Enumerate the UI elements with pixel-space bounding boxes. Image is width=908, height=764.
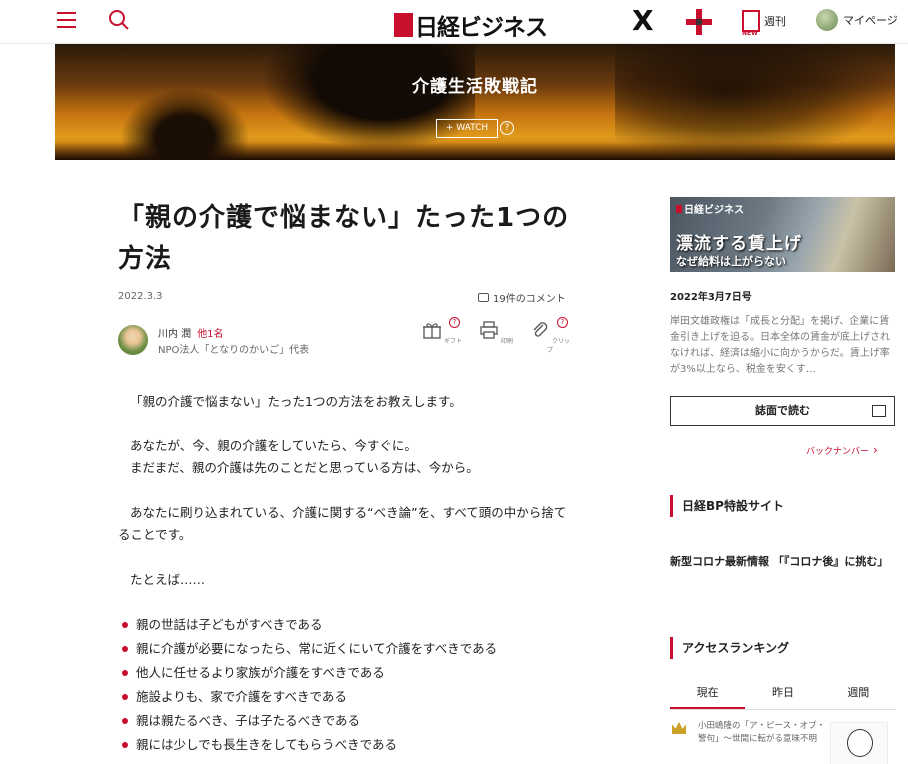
- article-paragraph: たとえば……: [130, 572, 206, 587]
- comments-link[interactable]: 19件のコメント: [478, 290, 566, 305]
- author-name-line: 川内 潤他1名: [158, 325, 224, 340]
- book-icon: [872, 405, 886, 417]
- magazine-cover[interactable]: 日経ビジネス 漂流する賃上げ なぜ給料は上がらない: [670, 197, 895, 272]
- list-item: 他人に任せるより家族が介護をすべきである: [122, 661, 592, 685]
- new-badge: NEW: [742, 30, 758, 37]
- crown-icon: [672, 722, 686, 734]
- gift-label: ギフト: [443, 338, 462, 345]
- print-icon: [480, 321, 498, 339]
- series-hero-banner: 介護生活敗戦記 + WATCH ?: [55, 44, 895, 160]
- clip-button[interactable]: ? クリップ: [530, 317, 570, 354]
- paperclip-icon: [533, 322, 548, 337]
- comments-count: 19件のコメント: [493, 294, 566, 305]
- search-icon[interactable]: [108, 9, 130, 31]
- print-label: 印刷: [500, 338, 513, 345]
- list-item: 親の世話は子どもがすべきである: [122, 613, 592, 637]
- article-paragraph: あなたに刷り込まれている、介護に関する“べき論”を、すべて頭の中から捨てることで…: [118, 505, 567, 542]
- article-paragraph: あなたが、今、親の介護をしていたら、今すぐに。: [130, 438, 417, 453]
- illustration-face: [847, 729, 873, 757]
- tab-now[interactable]: 現在: [670, 680, 746, 709]
- weekly-label: 週刊: [764, 15, 786, 28]
- cover-subhead: なぜ給料は上がらない: [676, 255, 786, 268]
- author-name[interactable]: 川内 潤: [158, 329, 191, 340]
- menu-icon[interactable]: [57, 12, 76, 28]
- ranking-thumbnail: [830, 722, 888, 764]
- backnumber-link[interactable]: バックナンバー ›: [806, 443, 878, 457]
- list-item: 施設よりも、家で介護をすべきである: [122, 685, 592, 709]
- tab-weekly[interactable]: 週間: [821, 680, 896, 709]
- hero-ground: [55, 142, 895, 160]
- mypage-link[interactable]: マイページ: [816, 9, 898, 31]
- watch-button[interactable]: + WATCH: [436, 119, 498, 138]
- gift-button[interactable]: ? ギフト: [422, 317, 462, 345]
- ranking-heading: アクセスランキング: [670, 637, 789, 659]
- help-icon[interactable]: ?: [557, 317, 568, 328]
- cover-logo: 日経ビジネス: [676, 201, 744, 216]
- list-item: 親に介護が必要になったら、常に近くにいて介護をすべきである: [122, 637, 592, 661]
- ranking-tabs: 現在 昨日 週間: [670, 680, 896, 710]
- article-title: 「親の介護で悩まない」たった1つの方法: [118, 203, 570, 274]
- site-logo[interactable]: 日経ビジネス: [394, 8, 548, 42]
- clip-label: クリップ: [546, 338, 570, 354]
- read-magazine-label: 誌面で読む: [755, 404, 810, 417]
- gift-icon: [423, 323, 442, 339]
- belief-list: 親の世話は子どもがすべきである 親に介護が必要になったら、常に近くにいて介護をす…: [122, 613, 592, 757]
- print-button[interactable]: 印刷: [476, 320, 516, 345]
- site-header: 日経ビジネス X NEW 週刊 マイページ: [0, 0, 908, 44]
- mypage-label: マイページ: [843, 14, 898, 27]
- author-avatar[interactable]: [118, 325, 148, 355]
- article-paragraph: 「親の介護で悩まない」たった1つの方法をお教えします。: [130, 394, 462, 409]
- author-org: NPO法人「となりのかいご」代表: [158, 345, 310, 356]
- comment-icon: [478, 293, 489, 302]
- list-item: 親には少しでも長生きをしてもらうべきである: [122, 733, 592, 757]
- article-date: 2022.3.3: [118, 291, 163, 302]
- help-icon[interactable]: ?: [500, 121, 514, 135]
- article-paragraph: まだまだ、親の介護は先のことだと思っている方は、今から。: [130, 460, 479, 475]
- series-title: 介護生活敗戦記: [412, 77, 538, 97]
- user-avatar: [816, 9, 838, 31]
- chevron-right-icon: ›: [873, 443, 878, 457]
- help-icon[interactable]: ?: [449, 317, 460, 328]
- list-item: 親は親たるべき、子は子たるべきである: [122, 709, 592, 733]
- tab-yesterday[interactable]: 昨日: [745, 680, 820, 709]
- plus-service-icon[interactable]: [686, 9, 712, 35]
- magazine-issue-date: 2022年3月7日号: [670, 292, 752, 303]
- x-logo-icon[interactable]: X: [632, 6, 654, 36]
- logo-text: 日経ビジネス: [415, 14, 548, 41]
- special-site-link[interactable]: 新型コロナ最新情報 「『コロナ後』に挑む」: [670, 553, 896, 571]
- read-magazine-button[interactable]: 誌面で読む: [670, 396, 895, 426]
- magazine-description: 岸田文雄政権は「成長と分配」を掲げ、企業に賃金引き上げを迫る。日本全体の賃金が底…: [670, 316, 890, 375]
- special-sites-heading: 日経BP特設サイト: [670, 495, 784, 517]
- other-authors-link[interactable]: 他1名: [197, 329, 223, 340]
- cover-headline: 漂流する賃上げ: [676, 234, 802, 254]
- ranking-item[interactable]: 小田嶋隆の「ア・ピース・オブ・警句」〜世間に転がる意味不明: [670, 720, 896, 764]
- backnumber-label: バックナンバー: [806, 447, 870, 457]
- logo-mark: [394, 13, 413, 37]
- magazine-icon: NEW: [742, 10, 760, 37]
- weekly-magazine-link[interactable]: NEW 週刊: [742, 10, 786, 37]
- ranking-item-title: 小田嶋隆の「ア・ピース・オブ・警句」〜世間に転がる意味不明: [698, 721, 826, 744]
